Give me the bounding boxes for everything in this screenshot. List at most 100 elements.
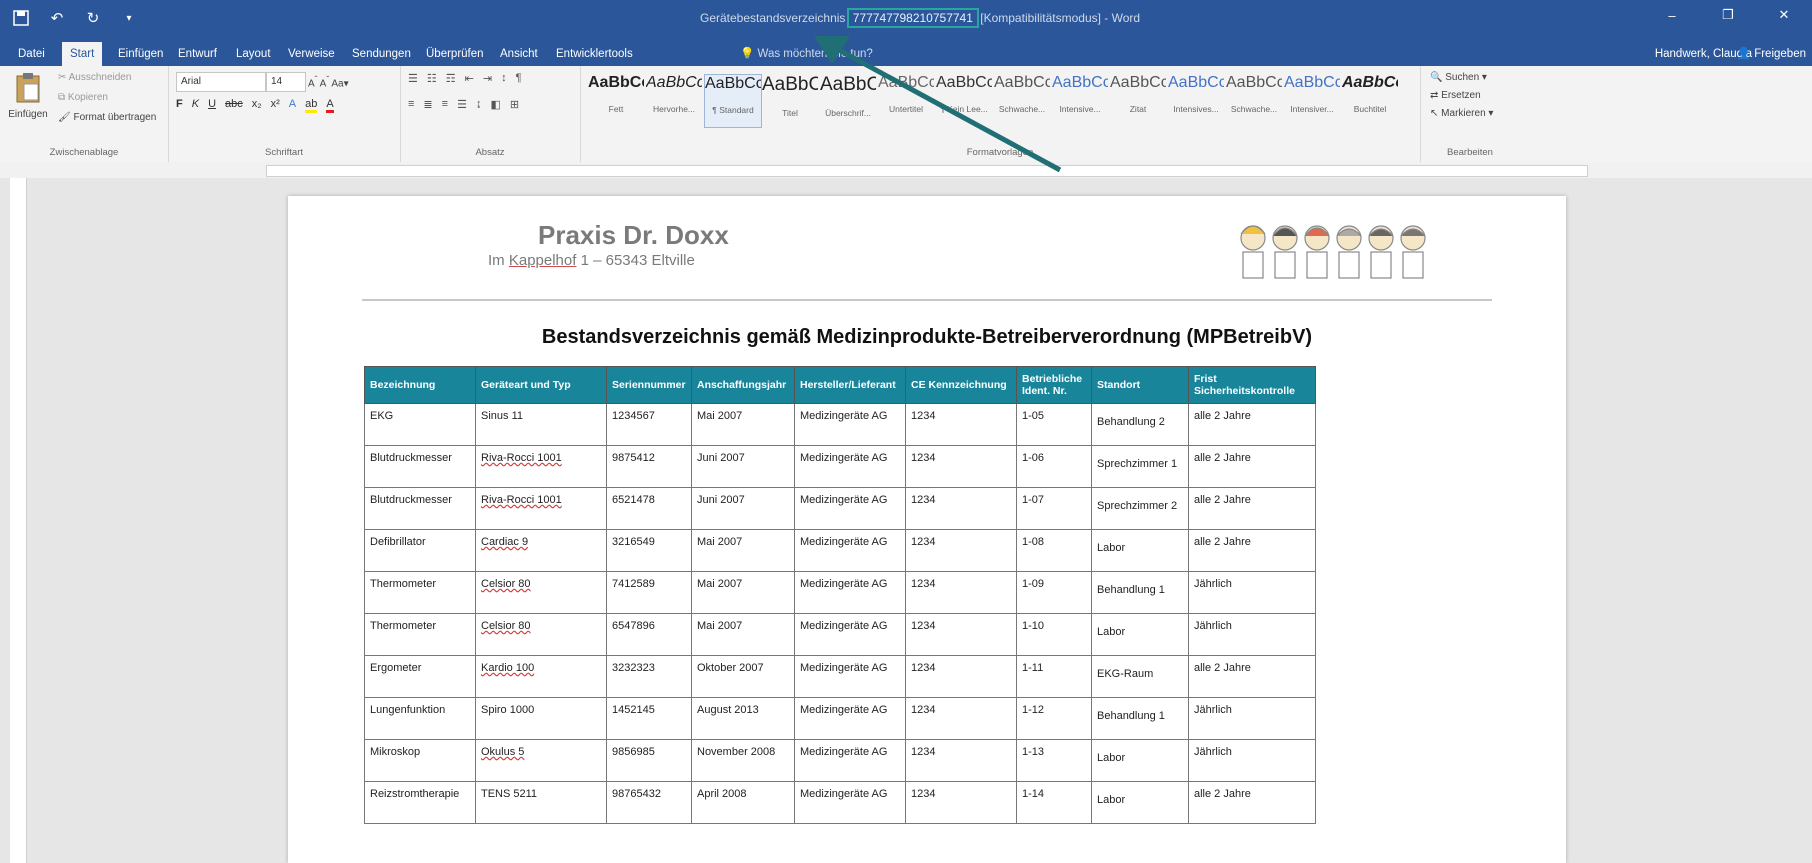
align-left-icon[interactable]: ≡: [408, 98, 414, 111]
bold-icon[interactable]: F: [176, 98, 183, 113]
strikethrough-icon[interactable]: abc: [225, 98, 243, 113]
select-button[interactable]: ↖ Markieren ▾: [1430, 108, 1493, 119]
table-cell[interactable]: 98765432: [606, 781, 692, 824]
tab-review[interactable]: Überprüfen: [418, 42, 492, 66]
tab-developer[interactable]: Entwicklertools: [548, 42, 641, 66]
table-cell[interactable]: 1-12: [1016, 697, 1092, 740]
table-cell[interactable]: Medizingeräte AG: [794, 613, 906, 656]
find-button[interactable]: 🔍 Suchen ▾: [1430, 72, 1487, 83]
table-cell[interactable]: Sprechzimmer 1: [1091, 445, 1189, 488]
table-cell[interactable]: EKG-Raum: [1091, 655, 1189, 698]
table-cell[interactable]: August 2013: [691, 697, 795, 740]
table-cell[interactable]: 9875412: [606, 445, 692, 488]
table-cell[interactable]: Riva-Rocci 1001: [475, 445, 607, 488]
table-cell[interactable]: 1234: [905, 697, 1017, 740]
table-cell[interactable]: Okulus 5: [475, 739, 607, 782]
table-cell[interactable]: 1234: [905, 403, 1017, 446]
table-cell[interactable]: alle 2 Jahre: [1188, 529, 1316, 572]
table-cell[interactable]: alle 2 Jahre: [1188, 445, 1316, 488]
table-cell[interactable]: Behandlung 1: [1091, 571, 1189, 614]
sort-icon[interactable]: ↕: [501, 72, 507, 85]
table-cell[interactable]: Sprechzimmer 2: [1091, 487, 1189, 530]
table-cell[interactable]: 1-13: [1016, 739, 1092, 782]
table-cell[interactable]: 1234: [905, 487, 1017, 530]
highlight-icon[interactable]: ab: [305, 98, 318, 113]
table-cell[interactable]: 1-06: [1016, 445, 1092, 488]
tab-mailings[interactable]: Sendungen: [344, 42, 419, 66]
table-cell[interactable]: 6521478: [606, 487, 692, 530]
table-cell[interactable]: Riva-Rocci 1001: [475, 487, 607, 530]
copy-button[interactable]: ⧉ Kopieren: [58, 92, 108, 103]
replace-button[interactable]: ⇄ Ersetzen: [1430, 90, 1481, 101]
vertical-ruler[interactable]: [10, 178, 27, 863]
table-cell[interactable]: TENS 5211: [475, 781, 607, 824]
table-cell[interactable]: Mai 2007: [691, 403, 795, 446]
table-cell[interactable]: 1234: [905, 739, 1017, 782]
table-cell[interactable]: Labor: [1091, 781, 1189, 824]
table-cell[interactable]: Medizingeräte AG: [794, 571, 906, 614]
tab-view[interactable]: Ansicht: [492, 42, 546, 66]
align-center-icon[interactable]: ≣: [423, 98, 432, 111]
table-cell[interactable]: 1-07: [1016, 487, 1092, 530]
table-cell[interactable]: Jährlich: [1188, 697, 1316, 740]
tab-insert[interactable]: Einfügen: [110, 42, 171, 66]
table-cell[interactable]: alle 2 Jahre: [1188, 655, 1316, 698]
table-cell[interactable]: Behandlung 1: [1091, 697, 1189, 740]
table-cell[interactable]: Lungenfunktion: [364, 697, 476, 740]
table-cell[interactable]: Mai 2007: [691, 529, 795, 572]
table-cell[interactable]: 9856985: [606, 739, 692, 782]
table-cell[interactable]: Ergometer: [364, 655, 476, 698]
cut-button[interactable]: ✂ Ausschneiden: [58, 72, 131, 83]
table-cell[interactable]: 1234: [905, 529, 1017, 572]
table-cell[interactable]: 1234: [905, 571, 1017, 614]
grow-font-icon[interactable]: Aˆ Aˇ Aa▾: [308, 74, 349, 89]
table-cell[interactable]: Mai 2007: [691, 571, 795, 614]
align-right-icon[interactable]: ≡: [442, 98, 448, 111]
table-cell[interactable]: Labor: [1091, 529, 1189, 572]
table-cell[interactable]: Oktober 2007: [691, 655, 795, 698]
table-cell[interactable]: Jährlich: [1188, 571, 1316, 614]
font-color-icon[interactable]: A: [326, 98, 334, 113]
table-cell[interactable]: Defibrillator: [364, 529, 476, 572]
share-button[interactable]: 👤 Freigeben: [1737, 42, 1806, 66]
table-cell[interactable]: alle 2 Jahre: [1188, 781, 1316, 824]
table-cell[interactable]: Jährlich: [1188, 739, 1316, 782]
bullets-icon[interactable]: ☰: [408, 72, 418, 85]
table-cell[interactable]: 1-14: [1016, 781, 1092, 824]
table-cell[interactable]: Blutdruckmesser: [364, 487, 476, 530]
style-item[interactable]: AaBbCc Hervorhe...: [646, 74, 702, 126]
table-cell[interactable]: Mai 2007: [691, 613, 795, 656]
font-size-select[interactable]: 14: [266, 72, 306, 92]
table-cell[interactable]: Celsior 80: [475, 571, 607, 614]
customize-toolbar-icon[interactable]: ▾: [118, 7, 140, 29]
table-cell[interactable]: Juni 2007: [691, 487, 795, 530]
table-cell[interactable]: 3216549: [606, 529, 692, 572]
table-cell[interactable]: 1234: [905, 613, 1017, 656]
minimize-button[interactable]: –: [1644, 0, 1700, 30]
table-cell[interactable]: Thermometer: [364, 571, 476, 614]
table-cell[interactable]: Medizingeräte AG: [794, 529, 906, 572]
style-item[interactable]: AaBbCc Intensives...: [1168, 74, 1224, 126]
style-item[interactable]: AaBbCc ¶ Standard: [704, 74, 762, 128]
table-cell[interactable]: Juni 2007: [691, 445, 795, 488]
table-cell[interactable]: Medizingeräte AG: [794, 655, 906, 698]
borders-icon[interactable]: ⊞: [510, 98, 519, 111]
table-cell[interactable]: 1-11: [1016, 655, 1092, 698]
subscript-icon[interactable]: x₂: [252, 98, 262, 113]
table-cell[interactable]: Labor: [1091, 739, 1189, 782]
table-cell[interactable]: Jährlich: [1188, 613, 1316, 656]
table-cell[interactable]: Medizingeräte AG: [794, 781, 906, 824]
table-cell[interactable]: 1234: [905, 445, 1017, 488]
underline-icon[interactable]: U: [208, 98, 216, 113]
table-cell[interactable]: 7412589: [606, 571, 692, 614]
style-item[interactable]: AaBbCc Intensiver...: [1284, 74, 1340, 126]
redo-icon[interactable]: ↻: [82, 7, 104, 29]
table-cell[interactable]: 1-09: [1016, 571, 1092, 614]
table-cell[interactable]: alle 2 Jahre: [1188, 403, 1316, 446]
table-cell[interactable]: Labor: [1091, 613, 1189, 656]
tab-references[interactable]: Verweise: [280, 42, 343, 66]
document-page[interactable]: Praxis Dr. Doxx Im Kappelhof 1 – 65343 E…: [288, 196, 1566, 863]
tab-layout[interactable]: Layout: [228, 42, 279, 66]
table-cell[interactable]: Reizstromtherapie: [364, 781, 476, 824]
multilevel-list-icon[interactable]: ☶: [446, 72, 456, 85]
